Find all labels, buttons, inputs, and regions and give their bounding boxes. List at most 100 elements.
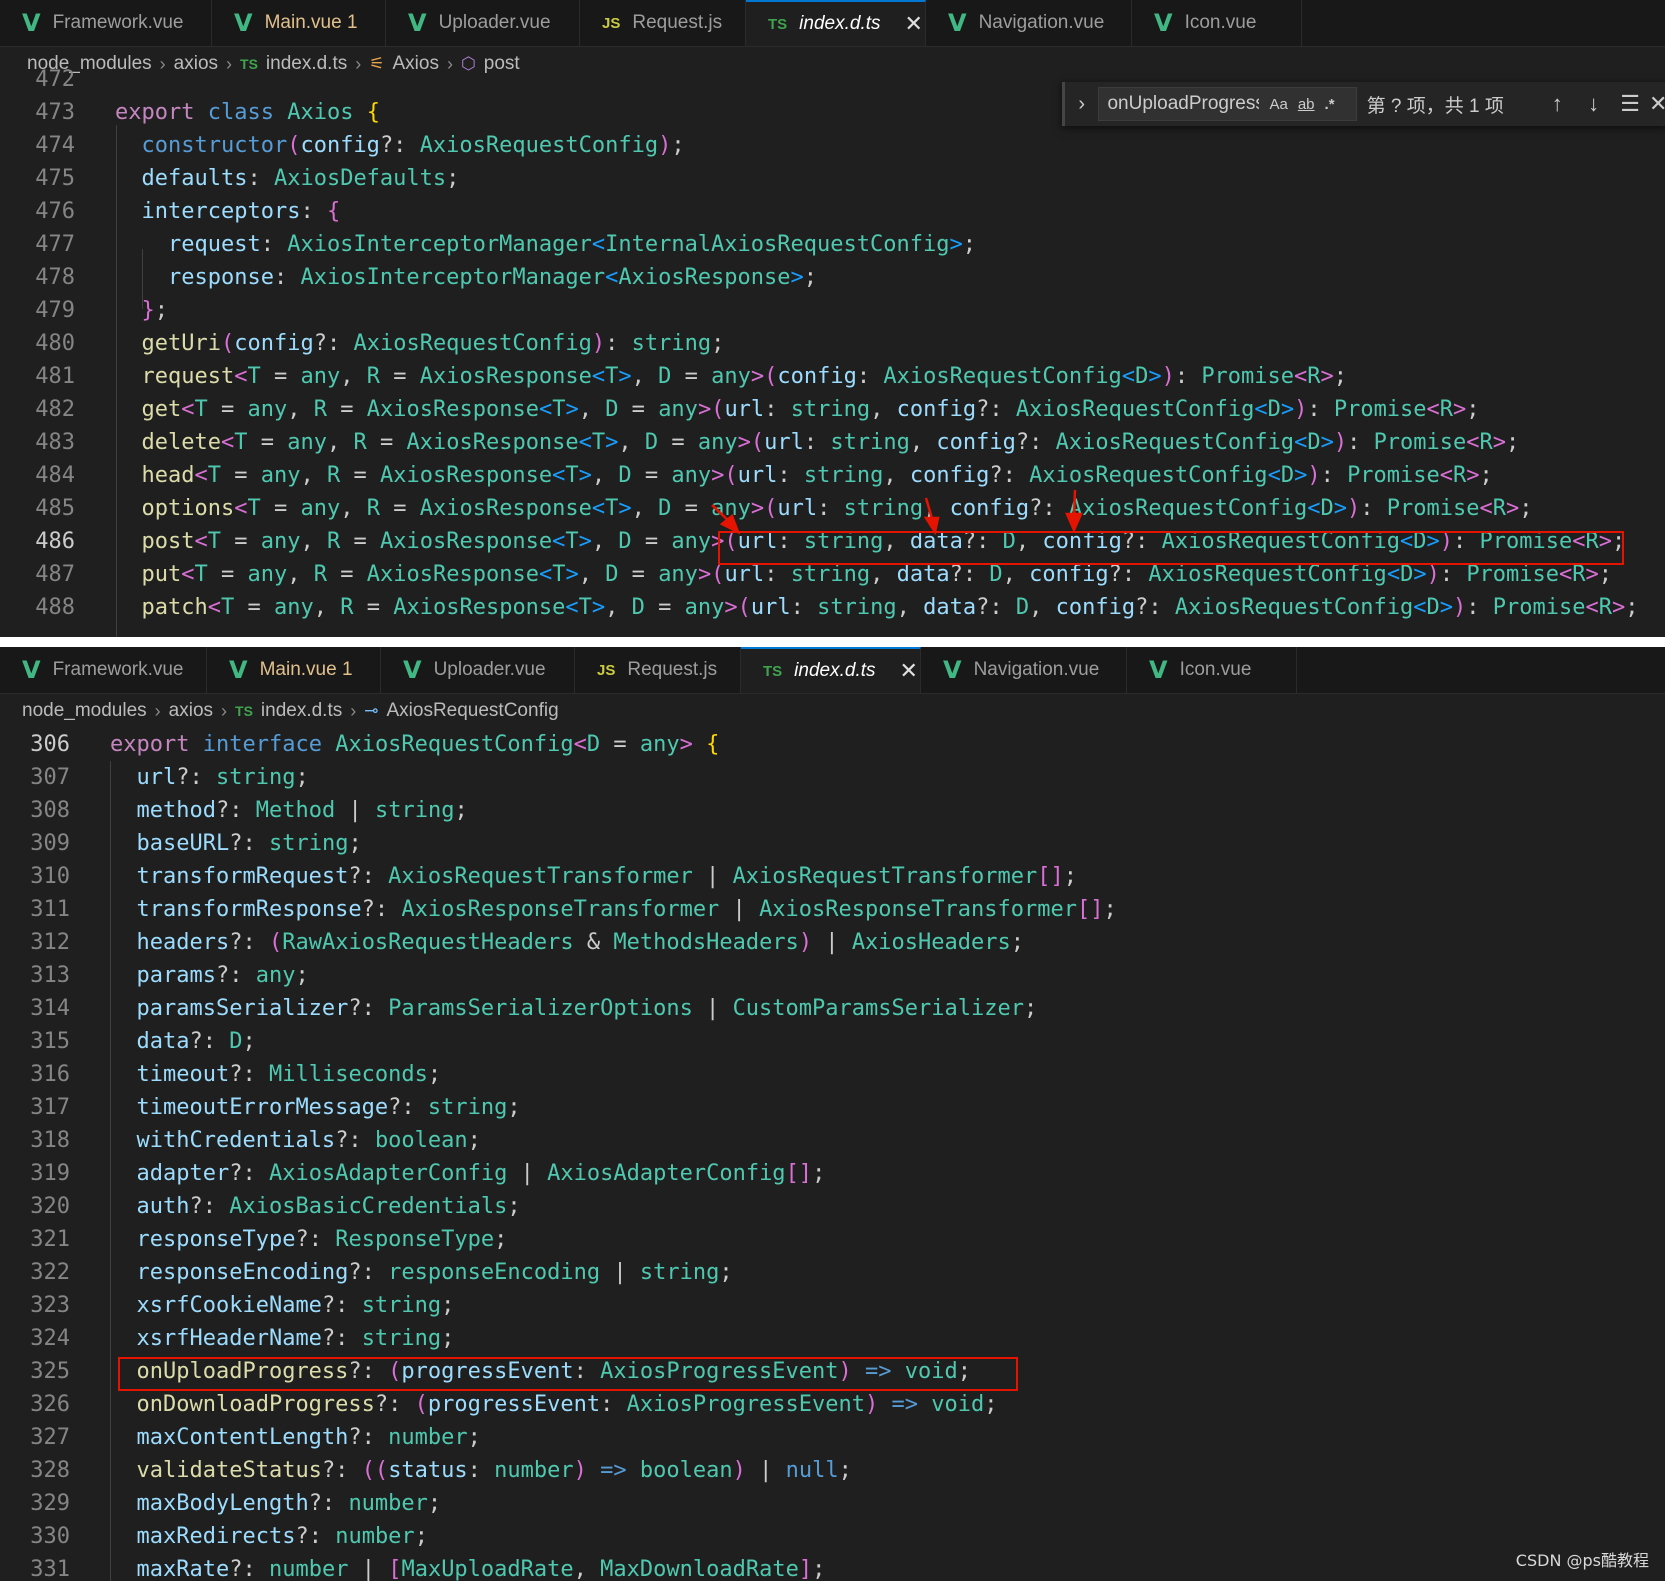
line-number: 317 [30,1095,70,1120]
breadcrumb-file[interactable]: index.d.ts [261,700,342,722]
code-line[interactable]: 314 paramsSerializer?: ParamsSerializerO… [0,992,1665,1025]
close-icon[interactable]: ✕ [900,658,918,684]
line-number: 309 [30,831,70,856]
line-number: 315 [30,1029,70,1054]
code-text: withCredentials?: boolean; [136,1128,481,1153]
code-line[interactable]: 316 timeout?: Milliseconds; [0,1058,1665,1091]
tab-label: Navigation.vue [973,659,1100,680]
tab-label: Icon.vue [1179,659,1252,680]
tab-label: Uploader.vue [433,659,546,680]
code-line[interactable]: 326 onDownloadProgress?: (progressEvent:… [0,1388,1665,1421]
code-line[interactable]: 307 url?: string; [0,761,1665,794]
breadcrumb-symbol[interactable]: AxiosRequestConfig [386,700,558,722]
line-number: 326 [30,1392,70,1417]
vue-icon: V [403,656,422,684]
pane-divider[interactable] [0,637,1665,647]
code-text: transformRequest?: AxiosRequestTransform… [136,864,1077,889]
find-widget: › onUploadProgress Aa ab .* 第 ? 项，共 1 项 … [1062,82,1665,126]
tab-index-d-ts[interactable]: TS index.d.ts ✕ [741,647,921,693]
code-text: maxContentLength?: number; [136,1425,481,1450]
code-text: method?: Method | string; [136,798,468,823]
code-line[interactable]: 325 onUploadProgress?: (progressEvent: A… [0,1355,1665,1388]
breadcrumb: node_modules › axios › TS index.d.ts › ⊸… [0,694,1665,728]
vue-icon: V [943,656,962,684]
code-line[interactable]: 324 xsrfHeaderName?: string; [0,1322,1665,1355]
code-text: params?: any; [136,963,309,988]
tab-framework-vue[interactable]: V Framework.vue [0,647,207,693]
regex-button[interactable]: .* [1325,96,1335,113]
code-text: maxRedirects?: number; [136,1524,428,1549]
line-number: 312 [30,930,70,955]
code-line[interactable]: 322 responseEncoding?: responseEncoding … [0,1256,1665,1289]
line-number: 306 [30,732,70,757]
arrow-up-icon[interactable]: ↑ [1539,91,1575,117]
code-line[interactable]: 315 data?: D; [0,1025,1665,1058]
code-line[interactable]: 308 method?: Method | string; [0,794,1665,827]
code-text: export interface AxiosRequestConfig<D = … [110,732,720,757]
watermark: CSDN @ps酷教程 [1515,1551,1649,1570]
chevron-right-icon[interactable]: › [1065,93,1098,116]
code-text: responseType?: ResponseType; [136,1227,508,1252]
code-editor[interactable]: 306 export interface AxiosRequestConfig<D… [0,728,1665,1581]
interface-symbol-icon: ⊸ [364,701,379,720]
vue-icon: V [229,656,248,684]
code-line[interactable]: 310 transformRequest?: AxiosRequestTrans… [0,860,1665,893]
tab-uploader-vue[interactable]: V Uploader.vue [381,647,575,693]
tab-icon-vue[interactable]: V Icon.vue [1127,647,1297,693]
js-icon: JS [597,661,616,679]
tab-navigation-vue[interactable]: V Navigation.vue [921,647,1127,693]
find-in-selection-icon[interactable]: ☰ [1612,91,1648,117]
editor-pane-bottom: V Framework.vue V Main.vue 1 V Uploader.vue JS… [0,647,1665,1581]
tab-request-js[interactable]: JS Request.js [575,647,741,693]
tab-label: index.d.ts [794,660,876,681]
code-line[interactable]: 327 maxContentLength?: number; [0,1421,1665,1454]
code-text: responseEncoding?: responseEncoding | st… [136,1260,733,1285]
line-number: 330 [30,1524,70,1549]
chevron-right-icon: › [221,700,228,721]
code-line[interactable]: 329 maxBodyLength?: number; [0,1487,1665,1520]
arrow-down-icon[interactable]: ↓ [1575,91,1611,117]
code-line[interactable]: 328 validateStatus?: ((status: number) =… [0,1454,1665,1487]
tab-bar: V Framework.vue V Main.vue 1 V Uploader.vue JS… [0,647,1665,694]
code-text: headers?: (RawAxiosRequestHeaders & Meth… [136,930,1025,955]
line-number: 313 [30,963,70,988]
code-line[interactable]: 331 maxRate?: number | [MaxUploadRate, M… [0,1553,1665,1581]
line-number: 318 [30,1128,70,1153]
code-line[interactable]: 330 maxRedirects?: number; [0,1520,1665,1553]
match-case-button[interactable]: Aa [1269,96,1287,113]
code-text: auth?: AxiosBasicCredentials; [136,1194,521,1219]
code-text: xsrfCookieName?: string; [136,1293,455,1318]
code-line[interactable]: 321 responseType?: ResponseType; [0,1223,1665,1256]
annotation-arrowhead [1065,512,1083,534]
code-line[interactable]: 319 adapter?: AxiosAdapterConfig | Axios… [0,1157,1665,1190]
find-query[interactable]: onUploadProgress [1107,93,1259,115]
breadcrumb-folder[interactable]: axios [169,700,213,722]
code-line[interactable]: 312 headers?: (RawAxiosRequestHeaders & … [0,926,1665,959]
code-text: xsrfHeaderName?: string; [136,1326,455,1351]
code-line[interactable]: 309 baseURL?: string; [0,827,1665,860]
code-text: baseURL?: string; [136,831,362,856]
line-number: 325 [30,1359,70,1384]
code-line[interactable]: 320 auth?: AxiosBasicCredentials; [0,1190,1665,1223]
tab-label: Framework.vue [52,659,184,680]
code-text: adapter?: AxiosAdapterConfig | AxiosAdap… [136,1161,826,1186]
tab-main-vue-1[interactable]: V Main.vue 1 [207,647,381,693]
code-text: maxBodyLength?: number; [136,1491,442,1516]
line-number: 331 [30,1557,70,1581]
chevron-right-icon: › [350,700,357,721]
close-icon[interactable]: ✕ [1648,91,1665,117]
vue-icon: V [22,656,41,684]
code-line[interactable]: 306 export interface AxiosRequestConfig<D… [0,728,1665,761]
line-number: 307 [30,765,70,790]
line-number: 323 [30,1293,70,1318]
code-line[interactable]: 313 params?: any; [0,959,1665,992]
code-line[interactable]: 311 transformResponse?: AxiosResponseTra… [0,893,1665,926]
code-line[interactable]: 318 withCredentials?: boolean; [0,1124,1665,1157]
code-text: data?: D; [136,1029,256,1054]
breadcrumb-folder[interactable]: node_modules [22,700,147,722]
whole-word-button[interactable]: ab [1298,96,1315,113]
code-line[interactable]: 323 xsrfCookieName?: string; [0,1289,1665,1322]
code-line[interactable]: 317 timeoutErrorMessage?: string; [0,1091,1665,1124]
code-text: paramsSerializer?: ParamsSerializerOptio… [136,996,1038,1021]
find-input[interactable]: onUploadProgress Aa ab .* [1098,87,1357,121]
